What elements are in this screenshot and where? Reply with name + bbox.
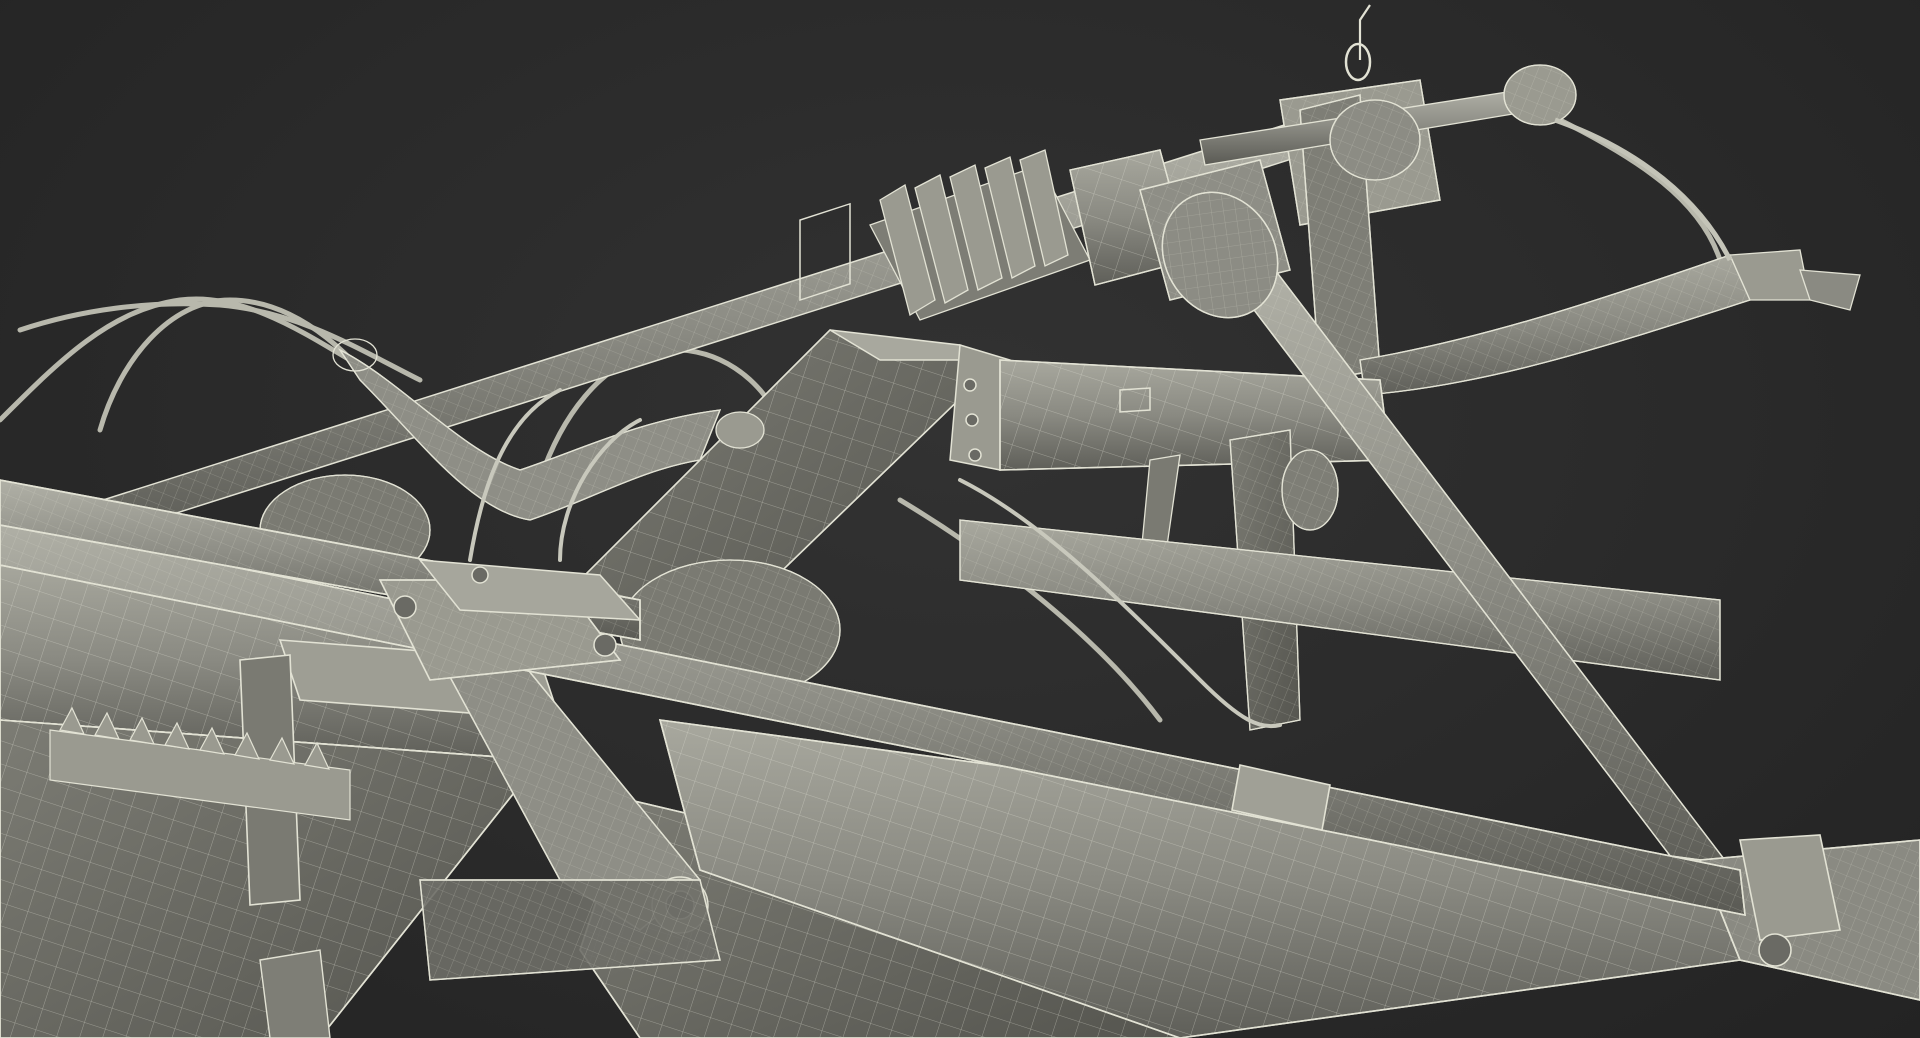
render-viewport <box>0 0 1920 1038</box>
curved-right-arm <box>1359 117 1861 396</box>
wireframe-machinery-render <box>0 4 1920 1038</box>
flat-bar-right <box>959 519 1721 681</box>
bellows-boot <box>869 149 1091 321</box>
